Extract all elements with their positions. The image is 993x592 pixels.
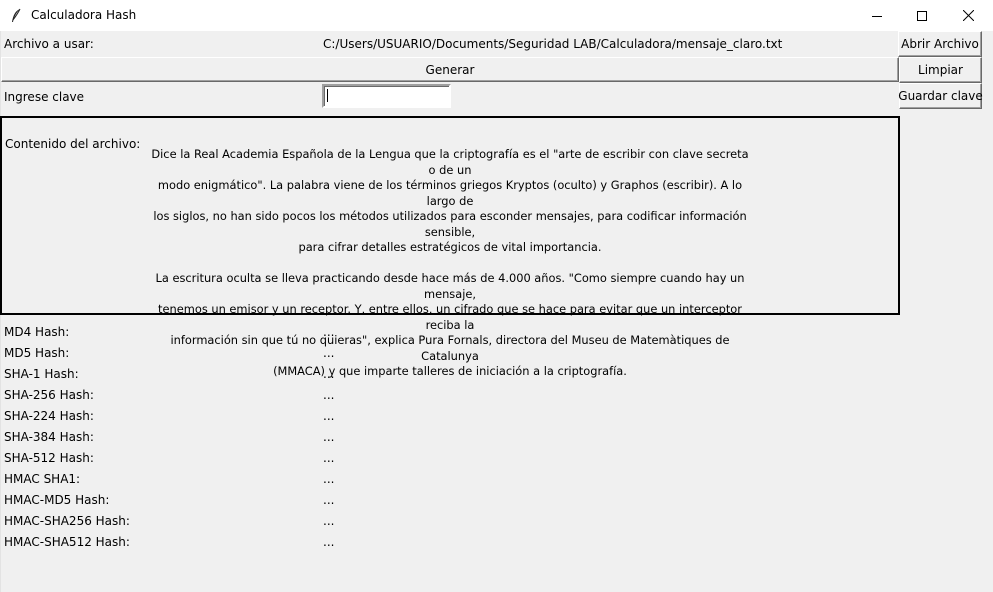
key-input[interactable]	[322, 84, 451, 108]
hmac-sha1-value: ...	[323, 472, 335, 486]
file-path: C:/Users/USUARIO/Documents/Seguridad LAB…	[323, 37, 783, 51]
window-title: Calculadora Hash	[31, 8, 137, 22]
save-key-button[interactable]: Guardar clave	[898, 83, 983, 109]
hmac-sha512-value: ...	[323, 535, 335, 549]
sha384-hash-value: ...	[323, 430, 335, 444]
sha1-hash-value: ...	[323, 367, 335, 381]
file-label: Archivo a usar:	[4, 37, 94, 51]
sha256-hash-label: SHA-256 Hash:	[4, 388, 94, 402]
maximize-button[interactable]	[899, 0, 945, 31]
sha512-hash-label: SHA-512 Hash:	[4, 451, 94, 465]
key-label: Ingrese clave	[4, 90, 85, 104]
hmac-md5-value: ...	[323, 493, 335, 507]
generate-button[interactable]: Generar	[1, 57, 899, 82]
content-label: Contenido del archivo:	[5, 137, 141, 151]
maximize-icon	[917, 10, 927, 21]
minimize-button[interactable]	[854, 0, 900, 31]
open-file-button[interactable]: Abrir Archivo	[898, 31, 982, 57]
sha256-hash-value: ...	[323, 388, 335, 402]
close-icon	[962, 10, 974, 21]
text-cursor	[327, 89, 328, 102]
hmac-sha256-value: ...	[323, 514, 335, 528]
hmac-sha1-label: HMAC SHA1:	[4, 472, 81, 486]
title-bar[interactable]: Calculadora Hash	[0, 0, 993, 31]
md4-hash-label: MD4 Hash:	[4, 325, 70, 339]
sha224-hash-value: ...	[323, 409, 335, 423]
sha224-hash-label: SHA-224 Hash:	[4, 409, 94, 423]
md5-hash-value: ...	[323, 346, 335, 360]
close-button[interactable]	[945, 0, 991, 31]
md4-hash-value: ...	[323, 325, 335, 339]
hmac-sha256-label: HMAC-SHA256 Hash:	[4, 514, 130, 528]
hmac-md5-label: HMAC-MD5 Hash:	[4, 493, 110, 507]
file-content-text: Dice la Real Academia Española de la Len…	[151, 147, 749, 378]
hmac-sha512-label: HMAC-SHA512 Hash:	[4, 535, 130, 549]
feather-icon	[10, 8, 22, 24]
sha1-hash-label: SHA-1 Hash:	[4, 367, 79, 381]
sha384-hash-label: SHA-384 Hash:	[4, 430, 94, 444]
md5-hash-label: MD5 Hash:	[4, 346, 70, 360]
sha512-hash-value: ...	[323, 451, 335, 465]
clear-button[interactable]: Limpiar	[899, 57, 982, 83]
minimize-icon	[872, 11, 882, 21]
